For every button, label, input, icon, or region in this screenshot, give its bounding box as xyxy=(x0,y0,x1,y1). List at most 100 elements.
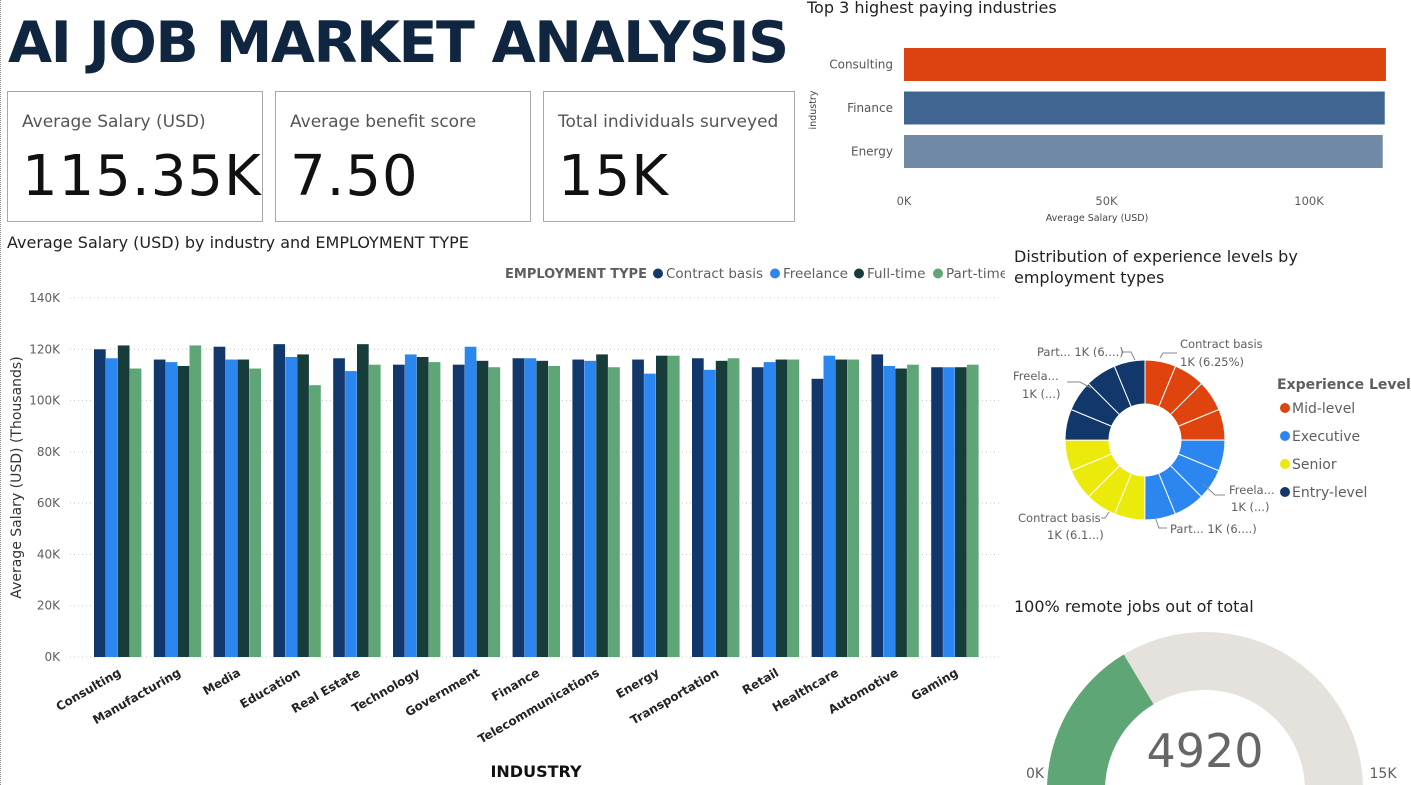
bar-part-time xyxy=(129,368,142,657)
bar-freelance xyxy=(345,371,357,657)
bar-contract-basis xyxy=(811,378,824,657)
gauge-min-label: 0K xyxy=(1026,766,1045,782)
gauge-value: 4920 xyxy=(1146,724,1263,778)
kpi-card-benefit-score[interactable]: Average benefit score 7.50 xyxy=(275,91,531,222)
bar-freelance xyxy=(883,365,895,657)
y-tick-label: 0K xyxy=(44,650,61,664)
bar-part-time xyxy=(249,368,261,657)
donut-legend-label: Senior xyxy=(1292,457,1337,473)
bar-part-time xyxy=(667,355,680,657)
bar-part-time xyxy=(608,367,620,657)
kpi-value: 15K xyxy=(558,144,669,209)
bar-part-time xyxy=(727,358,740,657)
bar-freelance xyxy=(524,358,537,657)
remote-jobs-gauge[interactable]: 4920 0K 15K xyxy=(1005,615,1410,785)
callout-label: Contract basis xyxy=(1018,511,1101,525)
callout-label: Part... 1K (6....) xyxy=(1170,522,1257,536)
donut-legend-marker xyxy=(1280,487,1290,497)
bar-freelance xyxy=(404,354,417,657)
bar-part-time xyxy=(907,364,919,657)
bar-freelance xyxy=(165,362,178,657)
bar-part-time xyxy=(488,367,501,657)
experience-donut-chart[interactable]: Contract basis 1K (6.25%) Freela... 1K (...… xyxy=(1005,300,1410,570)
bar-part-time xyxy=(368,364,381,657)
salary-by-industry-chart[interactable]: 0K 20K 40K 60K 80K 100K 120K 140K Average Salary… xyxy=(0,256,1005,785)
legend-label: Freelance xyxy=(783,266,848,282)
x-category-label: Retail xyxy=(740,665,781,697)
bar-contract-basis xyxy=(452,364,465,657)
bar-freelance xyxy=(285,356,297,657)
bar-freelance xyxy=(584,360,596,657)
bar-full-time xyxy=(476,360,489,657)
top3-x-tick: 0K xyxy=(897,194,912,208)
y-tick-label: 60K xyxy=(37,496,61,510)
bar-freelance xyxy=(225,359,238,657)
donut-legend-label: Entry-level xyxy=(1292,485,1367,501)
gauge-max-label: 15K xyxy=(1370,766,1398,782)
bar-part-time xyxy=(847,359,859,657)
callout-label: 1K (6.1...) xyxy=(1047,528,1104,542)
x-category-label: Energy xyxy=(614,665,662,701)
top3-industries-chart[interactable]: Consulting Finance Energy 0K 50K 100K Average … xyxy=(800,30,1400,230)
bar-full-time xyxy=(835,359,848,657)
bar-full-time xyxy=(775,359,788,657)
bar-full-time xyxy=(715,360,728,657)
bar-contract-basis xyxy=(632,359,644,657)
bar-freelance xyxy=(644,373,656,657)
callout-line xyxy=(1122,351,1136,361)
bar-freelance xyxy=(703,369,716,657)
callout-line xyxy=(1101,511,1110,519)
bar-freelance xyxy=(464,346,477,657)
callout-label: Freela... xyxy=(1013,369,1059,383)
bar-full-time xyxy=(656,355,668,657)
x-category-label: Gaming xyxy=(909,665,961,703)
top3-category-label: Finance xyxy=(847,101,893,115)
bar-part-time xyxy=(309,385,321,657)
bar-full-time xyxy=(297,354,309,657)
callout-label: Freela... xyxy=(1229,483,1275,497)
bar-part-time xyxy=(966,364,979,657)
bar-contract-basis xyxy=(871,354,884,657)
bar-contract-basis xyxy=(94,349,106,657)
gauge-title: 100% remote jobs out of total xyxy=(1014,597,1254,616)
bar-contract-basis xyxy=(751,367,764,657)
callout-label: 1K (...) xyxy=(1022,387,1060,401)
bar-contract-basis xyxy=(273,344,286,657)
callout-label: Contract basis xyxy=(1180,337,1263,351)
kpi-label: Total individuals surveyed xyxy=(558,112,779,132)
bar-full-time xyxy=(955,367,967,657)
top3-bar xyxy=(904,135,1383,168)
legend-label: Full-time xyxy=(867,266,925,282)
top3-x-axis-label: Average Salary (USD) xyxy=(1046,213,1149,224)
donut-legend-marker xyxy=(1280,459,1290,469)
bar-freelance xyxy=(763,362,776,657)
callout-label: Part... 1K (6....) xyxy=(1037,345,1124,359)
legend-label: Part-time xyxy=(946,266,1005,282)
donut-legend-marker xyxy=(1280,431,1290,441)
y-tick-label: 120K xyxy=(29,342,61,356)
x-category-label: Finance xyxy=(489,665,542,703)
y-tick-label: 40K xyxy=(37,547,61,561)
x-axis-label: INDUSTRY xyxy=(490,762,582,781)
bar-full-time xyxy=(237,359,250,657)
bar-full-time xyxy=(536,360,549,657)
y-tick-label: 140K xyxy=(29,291,61,305)
kpi-value: 7.50 xyxy=(290,144,419,209)
x-category-label: Media xyxy=(200,665,242,698)
bar-contract-basis xyxy=(213,346,226,657)
top3-x-tick: 50K xyxy=(1095,194,1118,208)
kpi-card-average-salary[interactable]: Average Salary (USD) 115.35K xyxy=(7,91,263,222)
top3-x-tick: 100K xyxy=(1294,194,1324,208)
kpi-card-total-surveyed[interactable]: Total individuals surveyed 15K xyxy=(543,91,795,222)
bar-full-time xyxy=(357,344,369,657)
bar-full-time xyxy=(596,354,608,657)
top3-bar xyxy=(904,91,1385,125)
main-chart-title: Average Salary (USD) by industry and EMP… xyxy=(7,233,469,252)
bar-part-time xyxy=(787,359,800,657)
top3-y-axis-label: industry xyxy=(808,90,819,129)
y-tick-label: 100K xyxy=(29,394,61,408)
bar-freelance xyxy=(823,355,836,657)
y-tick-label: 80K xyxy=(37,445,61,459)
callout-label: 1K (...) xyxy=(1231,500,1269,514)
top3-category-label: Energy xyxy=(851,145,893,159)
